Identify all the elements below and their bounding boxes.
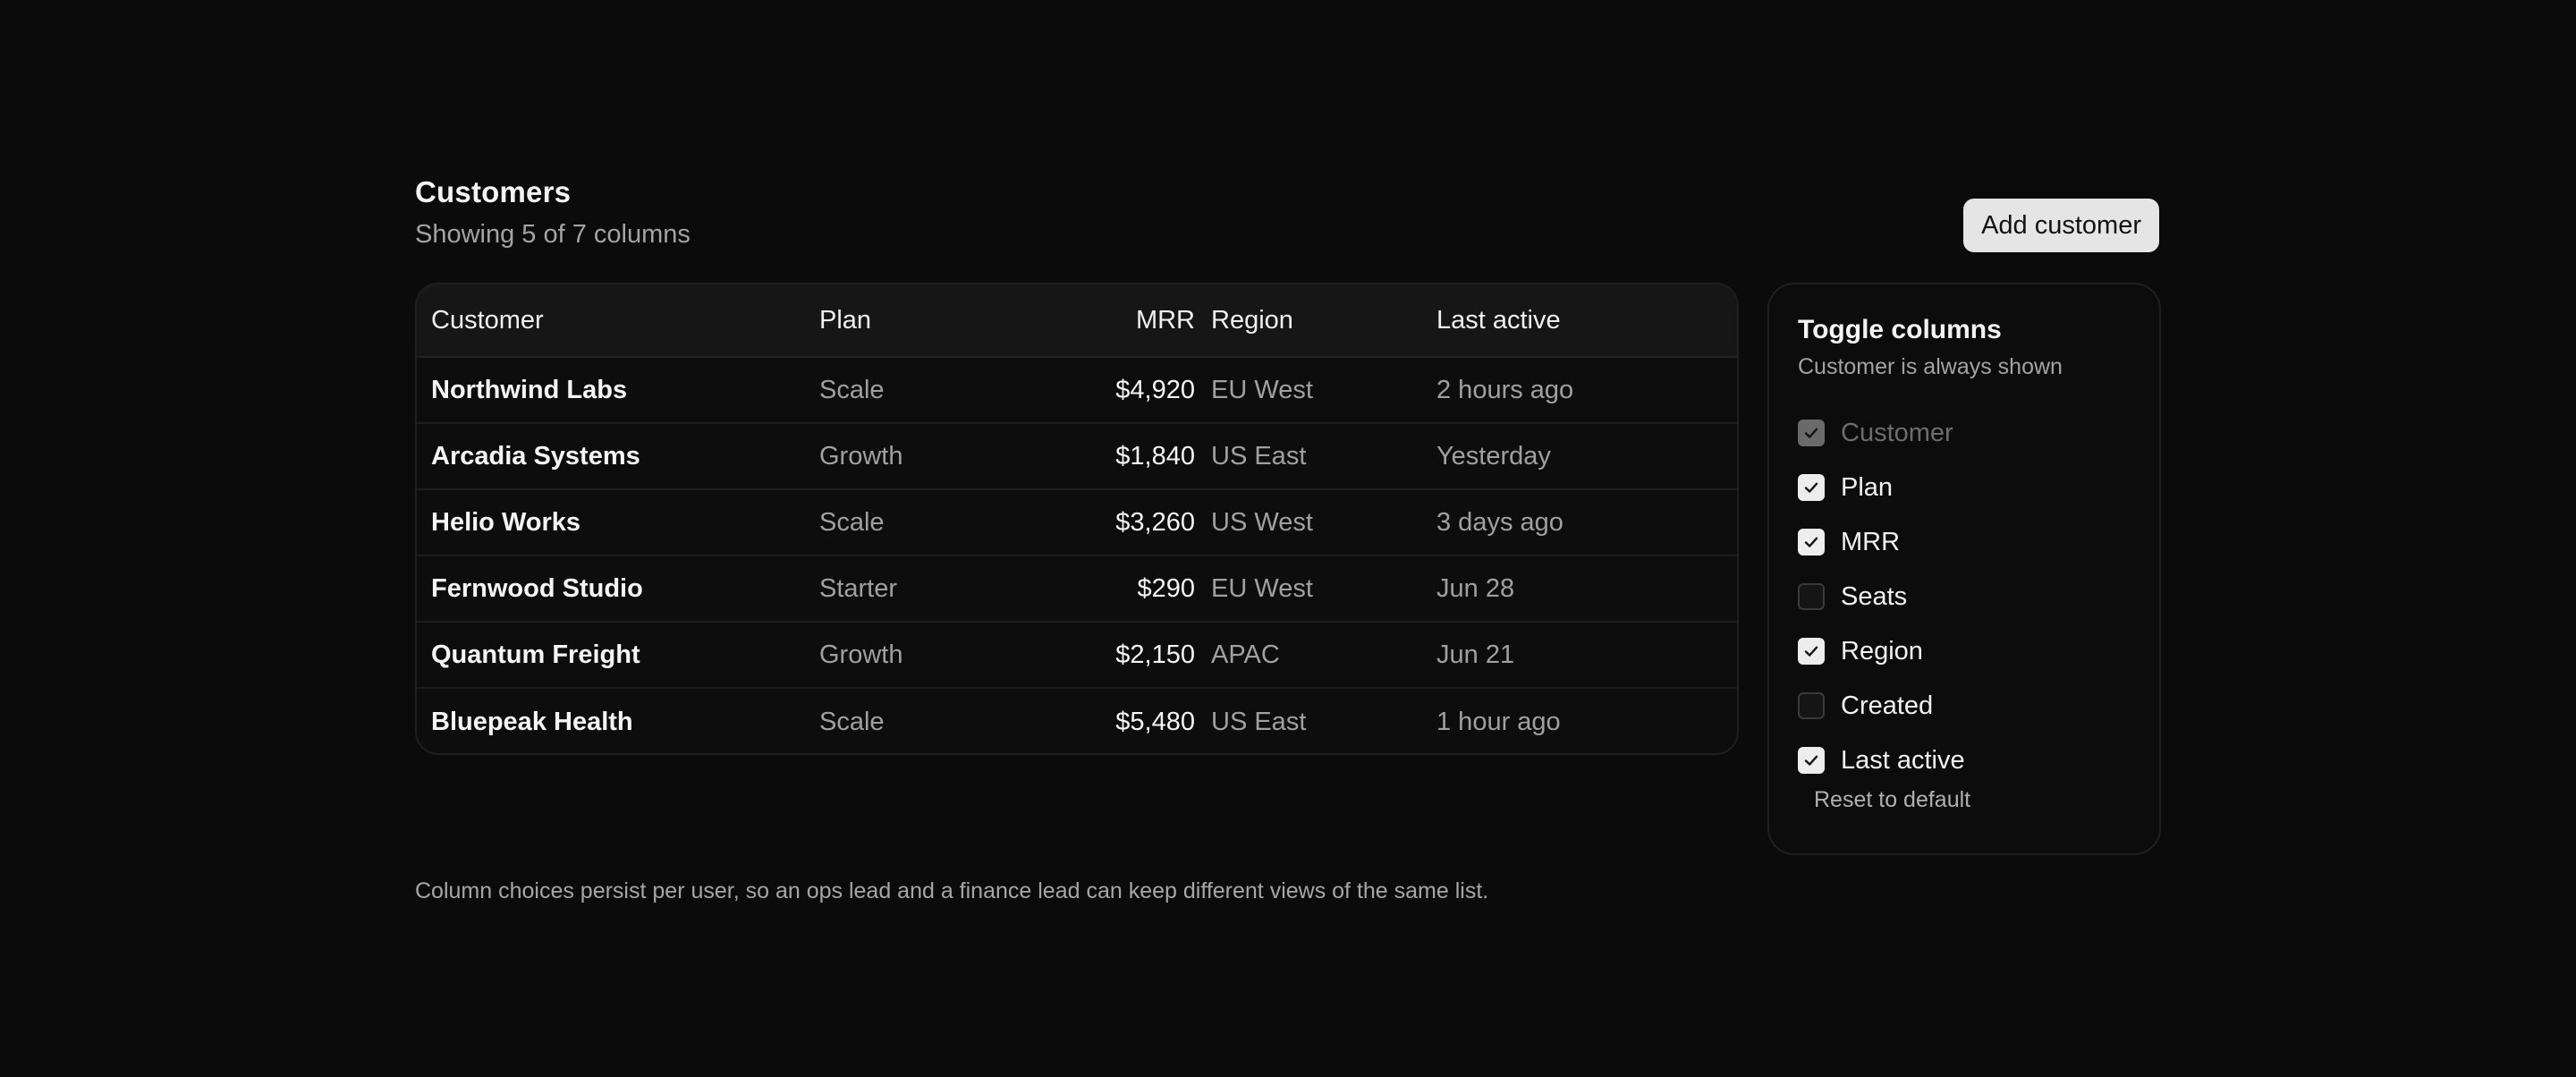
table-header: Customer Plan MRR Region Last active bbox=[417, 284, 1737, 358]
toggle-columns-panel: Toggle columns Customer is always shown … bbox=[1767, 283, 2161, 855]
checkbox-label: Region bbox=[1841, 636, 1923, 666]
cell-mrr: $2,150 bbox=[1115, 640, 1195, 669]
cell-last-active: Yesterday bbox=[1436, 441, 1551, 471]
column-header-last-active[interactable]: Last active bbox=[1436, 306, 1737, 335]
column-toggle-plan[interactable]: Plan bbox=[1798, 470, 1893, 505]
cell-last-active: Jun 21 bbox=[1436, 640, 1515, 669]
check-icon bbox=[1802, 751, 1820, 769]
checkbox[interactable] bbox=[1798, 747, 1825, 774]
cell-mrr: $1,840 bbox=[1115, 441, 1195, 471]
cell-plan: Scale bbox=[819, 375, 885, 404]
cell-region: APAC bbox=[1211, 640, 1280, 669]
cell-plan: Scale bbox=[819, 707, 885, 736]
table-row[interactable]: Helio Works Scale $3,260 US West 3 days ago bbox=[417, 490, 1737, 556]
cell-plan: Scale bbox=[819, 507, 885, 537]
cell-last-active: 3 days ago bbox=[1436, 507, 1563, 537]
checkbox[interactable] bbox=[1798, 583, 1825, 610]
panel-title: Toggle columns bbox=[1798, 315, 2002, 344]
checkbox-label: Seats bbox=[1841, 581, 1908, 611]
cell-customer: Bluepeak Health bbox=[431, 707, 633, 736]
cell-region: US West bbox=[1211, 507, 1313, 537]
cell-plan: Starter bbox=[819, 573, 898, 603]
cell-region: US East bbox=[1211, 707, 1307, 736]
cell-mrr: $4,920 bbox=[1115, 375, 1195, 404]
cell-customer: Fernwood Studio bbox=[431, 573, 643, 603]
column-header-plan[interactable]: Plan bbox=[819, 306, 980, 335]
reset-to-default-button[interactable]: Reset to default bbox=[1814, 787, 1970, 813]
column-count-subtitle: Showing 5 of 7 columns bbox=[415, 220, 691, 249]
cell-last-active: Jun 28 bbox=[1436, 573, 1515, 603]
page-title: Customers bbox=[415, 175, 572, 208]
cell-region: EU West bbox=[1211, 573, 1313, 603]
column-toggle-customer: Customer bbox=[1798, 415, 1953, 451]
check-icon bbox=[1802, 533, 1820, 551]
table-row[interactable]: Northwind Labs Scale $4,920 EU West 2 hours … bbox=[417, 358, 1737, 424]
table-row[interactable]: Arcadia Systems Growth $1,840 US East Yester… bbox=[417, 424, 1737, 490]
cell-mrr: $5,480 bbox=[1115, 707, 1195, 736]
column-header-mrr[interactable]: MRR bbox=[980, 306, 1211, 335]
footnote: Column choices persist per user, so an o… bbox=[415, 878, 1489, 903]
table-row[interactable]: Bluepeak Health Scale $5,480 US East 1 hour … bbox=[417, 689, 1737, 753]
checkbox-label: Customer bbox=[1841, 418, 1953, 447]
cell-plan: Growth bbox=[819, 640, 903, 669]
cell-mrr: $3,260 bbox=[1115, 507, 1195, 537]
column-toggle-last-active[interactable]: Last active bbox=[1798, 742, 1965, 778]
cell-mrr: $290 bbox=[1137, 573, 1195, 603]
cell-customer: Arcadia Systems bbox=[431, 441, 640, 471]
column-toggle-region[interactable]: Region bbox=[1798, 633, 1923, 669]
checkbox[interactable] bbox=[1798, 638, 1825, 665]
cell-customer: Northwind Labs bbox=[431, 375, 628, 404]
checkbox[interactable] bbox=[1798, 692, 1825, 719]
table-row[interactable]: Quantum Freight Growth $2,150 APAC Jun 21 bbox=[417, 623, 1737, 689]
cell-region: EU West bbox=[1211, 375, 1313, 404]
panel-subtitle: Customer is always shown bbox=[1798, 354, 2063, 379]
customers-page: Customers Showing 5 of 7 columns Add cus… bbox=[415, 175, 2161, 945]
cell-customer: Helio Works bbox=[431, 507, 581, 537]
table-row[interactable]: Fernwood Studio Starter $290 EU West Jun 28 bbox=[417, 556, 1737, 623]
column-header-customer[interactable]: Customer bbox=[417, 306, 819, 335]
column-header-region[interactable]: Region bbox=[1211, 306, 1436, 335]
checkbox-label: Last active bbox=[1841, 745, 1965, 775]
column-toggle-mrr[interactable]: MRR bbox=[1798, 524, 1900, 560]
check-icon bbox=[1802, 424, 1820, 442]
customers-table: Customer Plan MRR Region Last active Nor… bbox=[415, 283, 1739, 755]
check-icon bbox=[1802, 642, 1820, 660]
cell-customer: Quantum Freight bbox=[431, 640, 640, 669]
checkbox[interactable] bbox=[1798, 474, 1825, 501]
add-customer-button[interactable]: Add customer bbox=[1963, 199, 2159, 252]
checkbox bbox=[1798, 420, 1825, 446]
column-toggle-seats[interactable]: Seats bbox=[1798, 579, 1907, 615]
checkbox-label: Created bbox=[1841, 691, 1934, 720]
checkbox[interactable] bbox=[1798, 529, 1825, 555]
column-toggle-created[interactable]: Created bbox=[1798, 688, 1933, 724]
checkbox-label: Plan bbox=[1841, 472, 1894, 502]
cell-last-active: 1 hour ago bbox=[1436, 707, 1561, 736]
table-body: Northwind Labs Scale $4,920 EU West 2 hours … bbox=[417, 358, 1737, 753]
cell-region: US East bbox=[1211, 441, 1307, 471]
checkbox-label: MRR bbox=[1841, 527, 1901, 556]
check-icon bbox=[1802, 479, 1820, 496]
cell-plan: Growth bbox=[819, 441, 903, 471]
cell-last-active: 2 hours ago bbox=[1436, 375, 1574, 404]
